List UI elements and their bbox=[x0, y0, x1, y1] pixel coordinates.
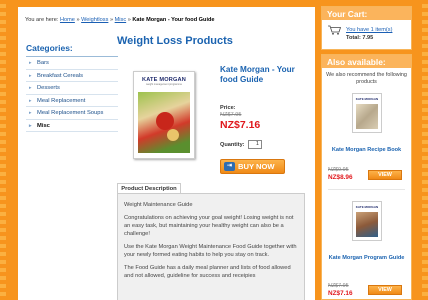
recommended-product-image[interactable]: KATE MORGAN bbox=[352, 201, 382, 241]
also-available-panel: Also available: We also recommend the fo… bbox=[321, 54, 412, 300]
shopping-cart-icon bbox=[328, 25, 341, 35]
cart-total: Total: 7.95 bbox=[346, 35, 374, 41]
description-heading: Weight Maintenance Guide bbox=[124, 202, 193, 208]
old-price: NZ$7.95 bbox=[220, 112, 242, 118]
breadcrumb-separator: » bbox=[76, 17, 80, 23]
also-available-title: Also available: bbox=[322, 55, 411, 68]
recommended-brand: KATE MORGAN bbox=[355, 97, 379, 101]
sidebar-item-meal-replacement[interactable]: ▸ Meal Replacement bbox=[26, 95, 118, 107]
sidebar-item-misc[interactable]: ▸ Misc bbox=[26, 120, 118, 132]
categories-sidebar: Categories: ▸ Bars ▸ Breakfast Cereals ▸ De… bbox=[26, 43, 118, 132]
recommended-product-image[interactable]: KATE MORGAN bbox=[352, 93, 382, 133]
description-paragraph: Use the Kate Morgan Weight Maintenance F… bbox=[124, 244, 297, 258]
breadcrumb-current: Kate Morgan - Your food Guide bbox=[132, 17, 215, 23]
product-content: Weight Loss Products KATE MORGAN weight … bbox=[117, 35, 309, 300]
recommended-product-name[interactable]: Kate Morgan Program Guide bbox=[322, 255, 411, 262]
sidebar-item-bars[interactable]: ▸ Bars bbox=[26, 57, 118, 70]
buy-now-label: BUY NOW bbox=[238, 162, 275, 171]
border-stripe-left bbox=[0, 0, 6, 300]
chevron-right-icon: ▸ bbox=[29, 72, 32, 79]
cover-photo bbox=[138, 92, 190, 153]
buy-now-button[interactable]: ⇥ BUY NOW bbox=[220, 159, 285, 174]
chevron-right-icon: ▸ bbox=[29, 97, 32, 104]
quantity-input[interactable]: 1 bbox=[248, 140, 262, 149]
description-paragraph: The Food Guide has a daily meal planner … bbox=[124, 265, 291, 279]
product-description: Weight Maintenance Guide Congratulations… bbox=[117, 193, 305, 300]
cover-subtitle: weight management programme bbox=[146, 83, 182, 86]
view-button[interactable]: VIEW bbox=[368, 285, 402, 295]
recommended-brand: KATE MORGAN bbox=[355, 205, 379, 209]
recommended-product-name[interactable]: Kate Morgan Recipe Book bbox=[322, 147, 411, 154]
also-available-intro: We also recommend the following products bbox=[326, 72, 407, 85]
divider bbox=[328, 189, 405, 190]
breadcrumb-home-link[interactable]: Home bbox=[60, 17, 75, 23]
categories-title: Categories: bbox=[26, 43, 118, 57]
recommended-old-price: NZ$7.95 bbox=[328, 283, 349, 289]
border-stripe-right bbox=[422, 0, 428, 300]
chevron-right-icon: ▸ bbox=[29, 60, 32, 66]
breadcrumb: You are here: Home » Weightloss » Misc »… bbox=[25, 17, 215, 23]
view-button[interactable]: VIEW bbox=[368, 170, 402, 180]
product-title: Kate Morgan - Your food Guide bbox=[220, 65, 295, 84]
breadcrumb-misc-link[interactable]: Misc bbox=[115, 17, 127, 23]
cart-items-link[interactable]: You have 1 item(s) bbox=[346, 27, 392, 33]
recommended-sale-price: NZ$8.96 bbox=[328, 174, 353, 181]
sidebar-item-breakfast-cereals[interactable]: ▸ Breakfast Cereals bbox=[26, 70, 118, 82]
product-image[interactable]: KATE MORGAN weight management programme bbox=[133, 71, 195, 159]
main-panel: You are here: Home » Weightloss » Misc »… bbox=[18, 7, 315, 300]
quantity-label: Quantity: bbox=[220, 142, 245, 148]
recommended-old-price: NZ$9.95 bbox=[328, 167, 349, 173]
breadcrumb-prefix: You are here: bbox=[25, 17, 59, 23]
cart-icon: ⇥ bbox=[224, 162, 235, 171]
price-label: Price: bbox=[220, 105, 236, 111]
breadcrumb-separator: » bbox=[127, 17, 131, 23]
book-cover-photo bbox=[356, 212, 378, 237]
sidebar-item-desserts[interactable]: ▸ Desserts bbox=[26, 82, 118, 95]
cart-panel: Your Cart: You have 1 item(s) Total: 7.9… bbox=[321, 6, 412, 50]
page-title: Weight Loss Products bbox=[117, 35, 233, 47]
chevron-right-icon: ▸ bbox=[29, 85, 32, 91]
chevron-right-icon: ▸ bbox=[29, 122, 32, 129]
chevron-right-icon: ▸ bbox=[29, 110, 32, 116]
sale-price: NZ$7.16 bbox=[220, 119, 261, 131]
description-paragraph: Congratulations on achieving your goal w… bbox=[124, 215, 294, 237]
cart-title: Your Cart: bbox=[322, 7, 411, 20]
sidebar-item-meal-replacement-soups[interactable]: ▸ Meal Replacement Soups bbox=[26, 107, 118, 120]
breadcrumb-weightloss-link[interactable]: Weightloss bbox=[81, 17, 108, 23]
breadcrumb-separator: » bbox=[109, 17, 114, 23]
recommended-sale-price: NZ$7.16 bbox=[328, 290, 353, 297]
book-cover-photo bbox=[356, 104, 378, 129]
